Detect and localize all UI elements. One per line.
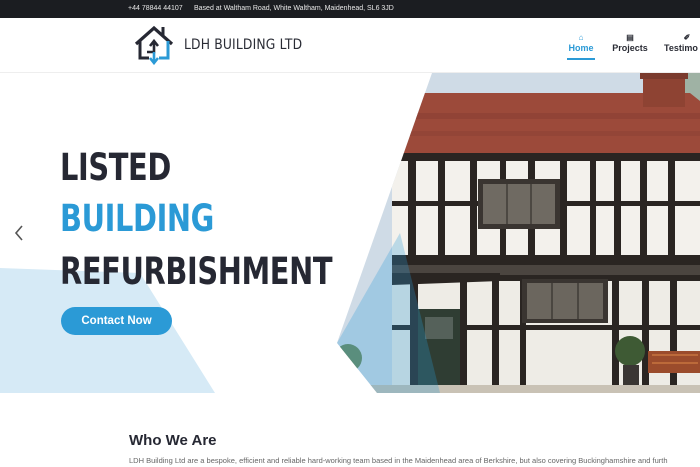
contact-now-button[interactable]: Contact Now	[61, 307, 172, 335]
brand-name[interactable]: LDH BUILDING LTD	[184, 37, 302, 53]
slider-prev-arrow[interactable]	[12, 223, 26, 243]
hero-title-line-2: BUILDING	[60, 197, 214, 240]
site-header: LDH BUILDING LTD ⌂ Home ▤ Projects ✐ Tes…	[0, 18, 700, 73]
hero-title-line-3: REFURBISHMENT	[60, 250, 333, 293]
folder-icon: ▤	[626, 33, 634, 42]
address-text: Based at Waltham Road, White Waltham, Ma…	[194, 5, 394, 12]
quote-icon: ✐	[683, 33, 691, 42]
nav-home[interactable]: ⌂ Home	[566, 33, 596, 60]
nav-projects[interactable]: ▤ Projects	[610, 33, 650, 53]
nav-home-label: Home	[568, 43, 594, 53]
house-logo-icon[interactable]	[133, 25, 175, 65]
hero-title-line-1: LISTED	[60, 146, 171, 189]
phone-number[interactable]: +44 78844 44107	[128, 5, 183, 12]
nav-testimonials-label: Testimo	[664, 43, 698, 53]
nav-testimonials[interactable]: ✐ Testimo	[664, 33, 700, 53]
home-icon: ⌂	[578, 33, 584, 42]
top-contact-bar: +44 78844 44107 Based at Waltham Road, W…	[0, 0, 700, 18]
section-heading: Who We Are	[129, 432, 217, 449]
nav-projects-label: Projects	[612, 43, 648, 53]
active-underline	[567, 58, 595, 60]
intro-text: LDH Building Ltd are a bespoke, efficien…	[129, 456, 668, 465]
hero-slider: LISTED BUILDING REFURBISHMENT Contact No…	[0, 73, 700, 393]
